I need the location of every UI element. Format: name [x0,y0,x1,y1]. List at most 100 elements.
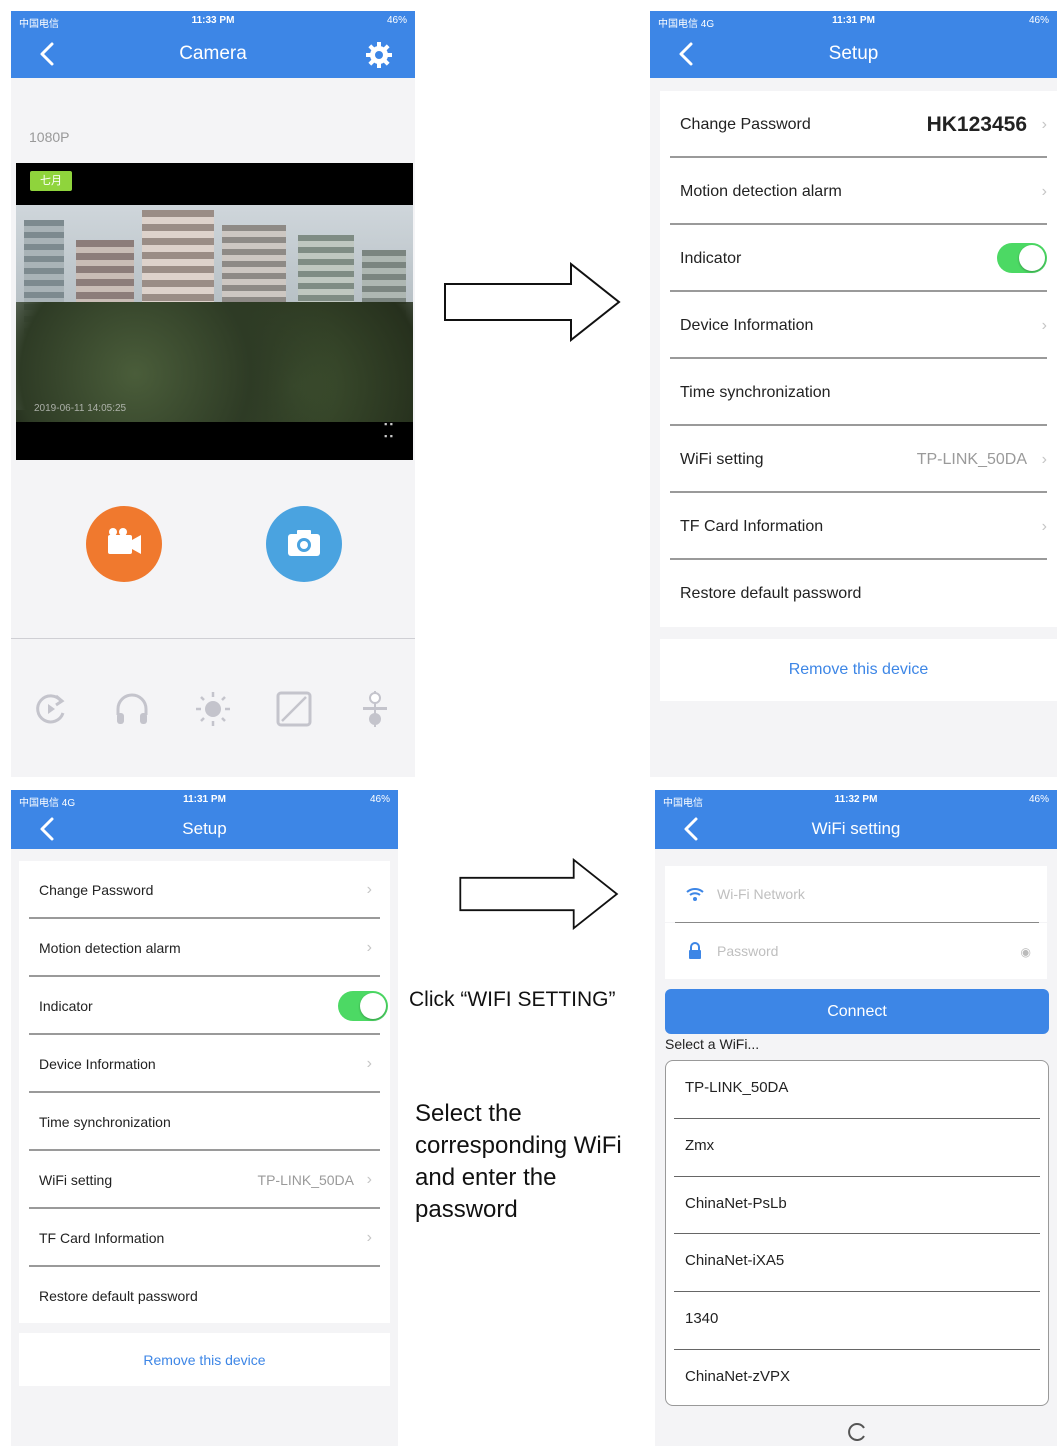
row-label: Motion detection alarm [39,939,181,956]
connect-button[interactable]: Connect [665,989,1049,1034]
password-placeholder: Password [717,943,779,959]
page-title: WiFi setting [811,819,901,838]
chevron-right-icon: › [1041,517,1047,535]
wifi-setting-row[interactable]: WiFi setting TP-LINK_50DA › [660,426,1057,493]
instruction-line: Select the [415,1100,522,1127]
list-item[interactable]: TP-LINK_50DA [666,1061,1048,1119]
indicator-row: Indicator [660,225,1057,292]
chevron-right-icon: › [366,938,372,956]
video-camera-icon [108,528,141,554]
change-password-row[interactable]: Change Password › [19,861,390,918]
rotate-icon[interactable] [31,689,71,729]
video-badge: 七月 [30,171,72,191]
toggle-knob [1019,245,1045,271]
wifi-icon [686,888,704,901]
chevron-right-icon: › [1041,316,1047,334]
video-timestamp: 2019-06-11 14:05:25 [34,403,127,414]
chevron-right-icon: › [1041,115,1047,133]
chevron-right-icon: › [366,1054,372,1072]
clock: 11:31 PM [832,15,875,26]
time-sync-row[interactable]: Time synchronization [660,359,1057,426]
chevron-right-icon: › [366,880,372,898]
restore-password-row[interactable]: Restore default password [660,560,1057,627]
row-label: Indicator [680,249,742,267]
row-label: Time synchronization [680,383,831,401]
status-bar: 中国电信 4G 11:31 PM 46% [11,790,398,810]
status-bar: 中国电信 11:32 PM 46% [655,790,1057,810]
instruction-select-wifi: Select the corresponding WiFi and enter … [415,1098,622,1226]
live-video[interactable]: 七月 2019-06-11 14:05:25 ▪ ▪ ▪ ▪ [16,163,413,460]
chevron-right-icon: › [366,1228,372,1246]
network-name: ChinaNet-zVPX [685,1368,791,1385]
device-information-row[interactable]: Device Information › [19,1035,390,1092]
row-label: Motion detection alarm [680,182,842,200]
settings-list: Change Password HK123456 › Motion detect… [660,91,1057,627]
status-bar: 中国电信 11:33 PM 46% [11,11,415,31]
remove-device-button[interactable]: Remove this device [660,639,1057,701]
tf-card-row[interactable]: TF Card Information › [19,1209,390,1266]
wifi-setting-row[interactable]: WiFi setting TP-LINK_50DA › [19,1151,390,1208]
row-value: HK123456 [926,112,1027,136]
snapshot-button[interactable] [266,506,342,582]
remove-device-button[interactable]: Remove this device [19,1333,390,1386]
network-name: Zmx [685,1137,715,1154]
battery: 46% [369,794,390,805]
settings-list: Change Password › Motion detection alarm… [19,861,390,1323]
arrow-right-icon [459,858,619,930]
tf-card-row[interactable]: TF Card Information › [660,493,1057,560]
select-wifi-label: Select a WiFi... [665,1036,760,1052]
list-item[interactable]: ChinaNet-PsLb [666,1177,1048,1235]
row-label: WiFi setting [680,450,764,468]
chevron-right-icon: › [1041,182,1047,200]
list-item[interactable]: 1340 [666,1292,1048,1350]
network-name: ChinaNet-iXA5 [685,1252,785,1269]
eye-icon[interactable]: ◉ [1021,945,1031,959]
row-label: Restore default password [39,1287,198,1304]
video-corner-mark: ▪ ▪ ▪ ▪ [384,419,393,441]
nav-bar: Setup [11,810,398,849]
indicator-toggle[interactable] [997,243,1047,273]
contrast-icon[interactable] [274,689,314,729]
tuning-icon[interactable] [355,689,395,729]
gear-icon[interactable] [365,41,393,69]
brightness-icon[interactable] [193,689,233,729]
row-label: Restore default password [680,584,862,602]
motion-detection-row[interactable]: Motion detection alarm › [19,919,390,976]
row-label: TF Card Information [39,1229,165,1246]
row-value: TP-LINK_50DA [257,1171,354,1188]
wifi-network-field[interactable]: Wi-Fi Network [665,866,1047,922]
list-item[interactable]: ChinaNet-zVPX [666,1350,1048,1408]
page-title: Setup [828,43,879,64]
status-bar: 中国电信 4G 11:31 PM 46% [650,11,1057,31]
row-label: Device Information [39,1055,156,1072]
row-label: Device Information [680,316,814,334]
battery: 46% [1028,794,1049,805]
refresh-icon[interactable] [845,1420,869,1444]
toggle-knob [360,993,386,1019]
list-item[interactable]: ChinaNet-iXA5 [666,1234,1048,1292]
password-field[interactable]: Password ◉ [665,923,1047,979]
motion-detection-row[interactable]: Motion detection alarm › [660,158,1057,225]
list-item[interactable]: Zmx [666,1119,1048,1177]
indicator-toggle[interactable] [338,991,388,1021]
device-information-row[interactable]: Device Information › [660,292,1057,359]
record-button[interactable] [86,506,162,582]
battery: 46% [386,15,407,26]
network-name: TP-LINK_50DA [685,1079,789,1096]
battery: 46% [1028,15,1049,26]
time-sync-row[interactable]: Time synchronization [19,1093,390,1150]
clock: 11:32 PM [834,794,878,805]
restore-password-row[interactable]: Restore default password [19,1267,390,1324]
camera-icon [288,530,320,556]
resolution-label[interactable]: 1080P [29,129,69,145]
change-password-row[interactable]: Change Password HK123456 › [660,91,1057,158]
row-label: Indicator [39,997,93,1014]
row-label: Time synchronization [39,1113,171,1130]
chevron-right-icon: › [1041,450,1047,468]
nav-bar: Camera [11,31,415,78]
wifi-setting-screen: 中国电信 11:32 PM 46% WiFi setting Wi-Fi Net… [655,790,1057,1446]
setup-screen: 中国电信 4G 11:31 PM 46% Setup Change Passwo… [650,11,1057,777]
instruction-line: and enter the [415,1164,557,1191]
page-title: Camera [179,43,247,64]
headphones-icon[interactable] [112,689,152,729]
